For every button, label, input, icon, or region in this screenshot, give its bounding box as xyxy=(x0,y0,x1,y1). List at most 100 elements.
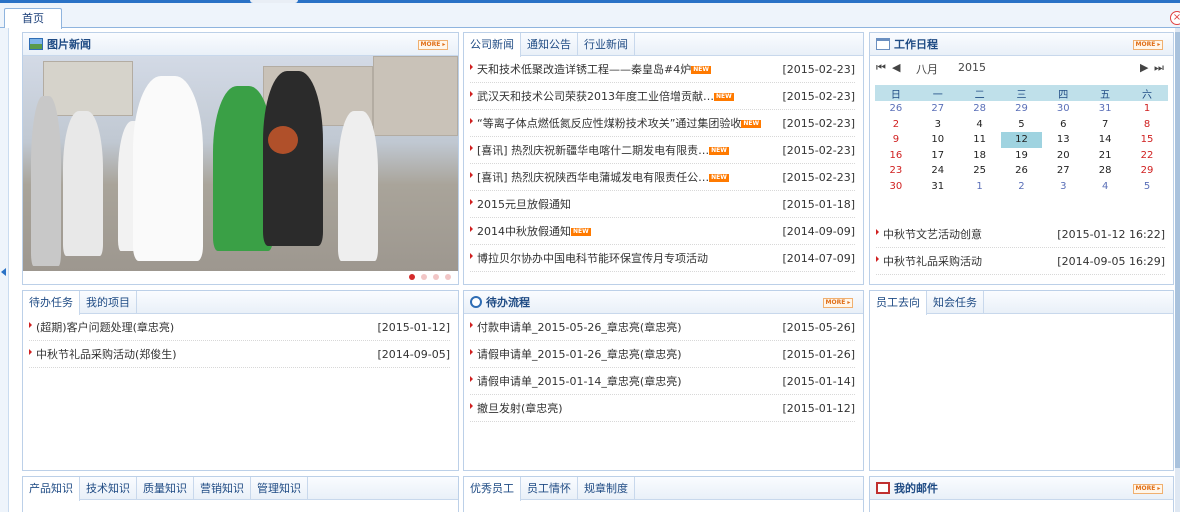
list-item-title[interactable]: (超期)客户问题处理(章忠亮) xyxy=(36,319,377,335)
list-item-title[interactable]: [喜讯] 热烈庆祝新疆华电喀什二期发电有限责… NEW xyxy=(477,142,782,158)
calendar-day[interactable]: 12 xyxy=(1000,132,1043,148)
calendar-day[interactable]: 28 xyxy=(1084,163,1126,179)
calendar-day[interactable]: 21 xyxy=(1084,148,1126,164)
calendar-day[interactable]: 6 xyxy=(1042,117,1084,133)
tab-regulations[interactable]: 规章制度 xyxy=(578,477,635,500)
list-item[interactable]: 博拉贝尔协办中国电科节能环保宣传月专项活动 [2014-07-09] xyxy=(470,245,855,272)
next-month-icon[interactable]: ▶ xyxy=(1140,61,1148,74)
list-item[interactable]: 2014中秋放假通知 NEW [2014-09-09] xyxy=(470,218,855,245)
calendar-day[interactable]: 4 xyxy=(959,117,1001,133)
list-item[interactable]: 撤旦发射(章忠亮) [2015-01-12] xyxy=(470,395,855,422)
mail-more-button[interactable]: MORE ▸ xyxy=(1133,484,1163,494)
calendar-day[interactable]: 30 xyxy=(1042,101,1084,117)
calendar-day[interactable]: 4 xyxy=(1084,179,1126,195)
list-item[interactable]: 中秋节礼品采购活动(郑俊生) [2014-09-05] xyxy=(29,341,450,368)
calendar-day[interactable]: 3 xyxy=(917,117,959,133)
list-item-title[interactable]: 撤旦发射(章忠亮) xyxy=(477,400,782,416)
calendar-day[interactable]: 31 xyxy=(1084,101,1126,117)
slide-dot[interactable] xyxy=(445,274,451,280)
tab-notify-tasks[interactable]: 知会任务 xyxy=(927,291,984,314)
list-item[interactable]: 武汉天和技术公司荣获2013年度工业倍增贡献… NEW [2015-02-23] xyxy=(470,83,855,110)
list-item[interactable]: 请假申请单_2015-01-26_章忠亮(章忠亮) [2015-01-26] xyxy=(470,341,855,368)
list-item[interactable]: [喜讯] 热烈庆祝陕西华电蒲城发电有限责任公… NEW [2015-02-23] xyxy=(470,164,855,191)
calendar-day[interactable]: 11 xyxy=(959,132,1001,148)
first-icon[interactable]: ⏮ xyxy=(876,61,886,75)
list-item[interactable]: 中秋节礼品采购活动 [2014-09-05 16:29] xyxy=(876,248,1165,275)
calendar-day[interactable]: 26 xyxy=(1001,163,1043,179)
calendar-day[interactable]: 31 xyxy=(917,179,959,195)
calendar-day[interactable]: 5 xyxy=(1001,117,1043,133)
tab-staff-feelings[interactable]: 员工情怀 xyxy=(521,477,578,500)
photo-news-more-button[interactable]: MORE ▸ xyxy=(418,40,448,50)
tab-excellent-staff[interactable]: 优秀员工 xyxy=(464,477,521,501)
scrollbar-thumb[interactable] xyxy=(1175,32,1180,468)
calendar-day[interactable]: 9 xyxy=(875,132,917,148)
tab-home[interactable]: 首页 xyxy=(4,8,62,29)
calendar-day[interactable]: 30 xyxy=(875,179,917,195)
sidebar-toggle[interactable] xyxy=(0,28,9,512)
tab-notices[interactable]: 通知公告 xyxy=(521,33,578,56)
schedule-more-button[interactable]: MORE ▸ xyxy=(1133,40,1163,50)
flow-more-button[interactable]: MORE ▸ xyxy=(823,298,853,308)
list-item-title[interactable]: 博拉贝尔协办中国电科节能环保宣传月专项活动 xyxy=(477,250,782,266)
tab-company-news[interactable]: 公司新闻 xyxy=(464,33,521,57)
list-item[interactable]: 2015元旦放假通知 [2015-01-18] xyxy=(470,191,855,218)
tab-tech-knowledge[interactable]: 技术知识 xyxy=(80,477,137,500)
calendar-day[interactable]: 7 xyxy=(1084,117,1126,133)
list-item[interactable]: 天和技术低聚改造详锈工程——秦皇岛#4炉 NEW [2015-02-23] xyxy=(470,56,855,83)
list-item-title[interactable]: 2014中秋放假通知 NEW xyxy=(477,223,782,239)
calendar-day[interactable]: 20 xyxy=(1042,148,1084,164)
tab-my-projects[interactable]: 我的项目 xyxy=(80,291,137,314)
calendar-day[interactable]: 29 xyxy=(1001,101,1043,117)
slide-dot[interactable] xyxy=(421,274,427,280)
calendar-day[interactable]: 16 xyxy=(875,148,917,164)
list-item-title[interactable]: 中秋节礼品采购活动 xyxy=(883,253,1057,269)
list-item[interactable]: 付款申请单_2015-05-26_章忠亮(章忠亮) [2015-05-26] xyxy=(470,314,855,341)
calendar-day[interactable]: 1 xyxy=(1126,101,1168,117)
calendar-day[interactable]: 19 xyxy=(1001,148,1043,164)
close-icon[interactable]: × xyxy=(1170,11,1180,25)
list-item-title[interactable]: 付款申请单_2015-05-26_章忠亮(章忠亮) xyxy=(477,319,782,335)
calendar-day[interactable]: 17 xyxy=(917,148,959,164)
list-item-title[interactable]: 中秋节礼品采购活动(郑俊生) xyxy=(36,346,377,362)
list-item-title[interactable]: 请假申请单_2015-01-14_章忠亮(章忠亮) xyxy=(477,373,782,389)
tab-todo-tasks[interactable]: 待办任务 xyxy=(23,291,80,315)
calendar-day[interactable]: 1 xyxy=(959,179,1001,195)
calendar-day[interactable]: 2 xyxy=(875,117,917,133)
tab-product-knowledge[interactable]: 产品知识 xyxy=(23,477,80,501)
list-item[interactable]: (超期)客户问题处理(章忠亮) [2015-01-12] xyxy=(29,314,450,341)
calendar-day[interactable]: 5 xyxy=(1126,179,1168,195)
list-item[interactable]: 请假申请单_2015-01-14_章忠亮(章忠亮) [2015-01-14] xyxy=(470,368,855,395)
calendar-day[interactable]: 15 xyxy=(1126,132,1168,148)
calendar-day[interactable]: 24 xyxy=(917,163,959,179)
calendar-day[interactable]: 27 xyxy=(1042,163,1084,179)
list-item[interactable]: 中秋节文艺活动创意 [2015-01-12 16:22] xyxy=(876,221,1165,248)
calendar-day[interactable]: 26 xyxy=(875,101,917,117)
list-item[interactable]: [喜讯] 热烈庆祝新疆华电喀什二期发电有限责… NEW [2015-02-23] xyxy=(470,137,855,164)
calendar-day[interactable]: 25 xyxy=(959,163,1001,179)
scrollbar[interactable] xyxy=(1175,28,1180,512)
list-item-title[interactable]: “等离子体点燃低氮反应性煤粉技术攻关”通过集团验收 NEW xyxy=(477,115,782,131)
list-item-title[interactable]: 天和技术低聚改造详锈工程——秦皇岛#4炉 NEW xyxy=(477,61,782,77)
list-item[interactable]: “等离子体点燃低氮反应性煤粉技术攻关”通过集团验收 NEW [2015-02-23] xyxy=(470,110,855,137)
calendar-day[interactable]: 8 xyxy=(1126,117,1168,133)
calendar-day[interactable]: 2 xyxy=(1001,179,1043,195)
last-icon[interactable]: ⏭ xyxy=(1154,61,1164,75)
news-photo[interactable] xyxy=(23,56,458,271)
calendar-day[interactable]: 23 xyxy=(875,163,917,179)
list-item-title[interactable]: 2015元旦放假通知 xyxy=(477,196,782,212)
calendar-day[interactable]: 3 xyxy=(1042,179,1084,195)
slide-dot[interactable] xyxy=(409,274,415,280)
calendar-day[interactable]: 18 xyxy=(959,148,1001,164)
calendar-day[interactable]: 28 xyxy=(959,101,1001,117)
list-item-title[interactable]: [喜讯] 热烈庆祝陕西华电蒲城发电有限责任公… NEW xyxy=(477,169,782,185)
prev-month-icon[interactable]: ◀ xyxy=(892,61,900,74)
tab-staff-whereabouts[interactable]: 员工去向 xyxy=(870,291,927,315)
tab-management-knowledge[interactable]: 管理知识 xyxy=(251,477,308,500)
calendar-day[interactable]: 13 xyxy=(1042,132,1084,148)
list-item-title[interactable]: 请假申请单_2015-01-26_章忠亮(章忠亮) xyxy=(477,346,782,362)
tab-marketing-knowledge[interactable]: 营销知识 xyxy=(194,477,251,500)
list-item-title[interactable]: 武汉天和技术公司荣获2013年度工业倍增贡献… NEW xyxy=(477,88,782,104)
slide-dot[interactable] xyxy=(433,274,439,280)
calendar-day[interactable]: 10 xyxy=(917,132,959,148)
